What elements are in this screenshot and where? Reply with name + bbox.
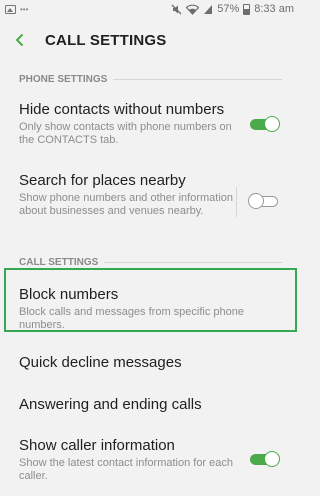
battery-icon	[243, 3, 251, 15]
section-header-phone-settings: PHONE SETTINGS	[19, 72, 282, 86]
toggle-thumb	[264, 116, 280, 132]
app-bar: CALL SETTINGS	[0, 18, 300, 62]
setting-subtitle: Show phone numbers and other information…	[19, 192, 234, 217]
setting-answering-ending[interactable]: Answering and ending calls	[0, 396, 300, 414]
mute-icon	[171, 4, 182, 14]
setting-subtitle: Show the latest contact information for …	[19, 457, 234, 482]
highlight-box	[4, 268, 297, 332]
setting-title: Hide contacts without numbers	[19, 101, 225, 118]
section-header-call-settings: CALL SETTINGS	[19, 255, 282, 269]
setting-subtitle: Only show contacts with phone numbers on…	[19, 121, 232, 146]
gallery-icon	[5, 4, 16, 14]
setting-title: Answering and ending calls	[19, 396, 202, 413]
back-arrow-icon[interactable]	[0, 18, 40, 62]
more-dots-icon: •••	[20, 4, 29, 14]
search-places-toggle[interactable]	[248, 192, 280, 210]
toggle-thumb	[264, 451, 280, 467]
battery-percent: 57%	[217, 3, 240, 15]
setting-title: Search for places nearby	[19, 172, 186, 189]
divider	[113, 78, 282, 80]
toggle-thumb	[248, 193, 264, 209]
divider	[104, 261, 282, 263]
section-label: PHONE SETTINGS	[19, 73, 108, 85]
wifi-icon	[186, 4, 200, 15]
hide-contacts-toggle[interactable]	[248, 115, 280, 133]
signal-icon	[204, 4, 213, 14]
section-label: CALL SETTINGS	[19, 256, 99, 268]
status-time: 8:33 am	[254, 3, 294, 15]
setting-title: Quick decline messages	[19, 354, 182, 371]
vertical-divider	[236, 187, 237, 217]
setting-quick-decline[interactable]: Quick decline messages	[0, 354, 300, 372]
page-title: CALL SETTINGS	[45, 31, 167, 49]
caller-info-toggle[interactable]	[248, 450, 280, 468]
status-bar: ••• 57% 8:33 am	[0, 0, 300, 18]
